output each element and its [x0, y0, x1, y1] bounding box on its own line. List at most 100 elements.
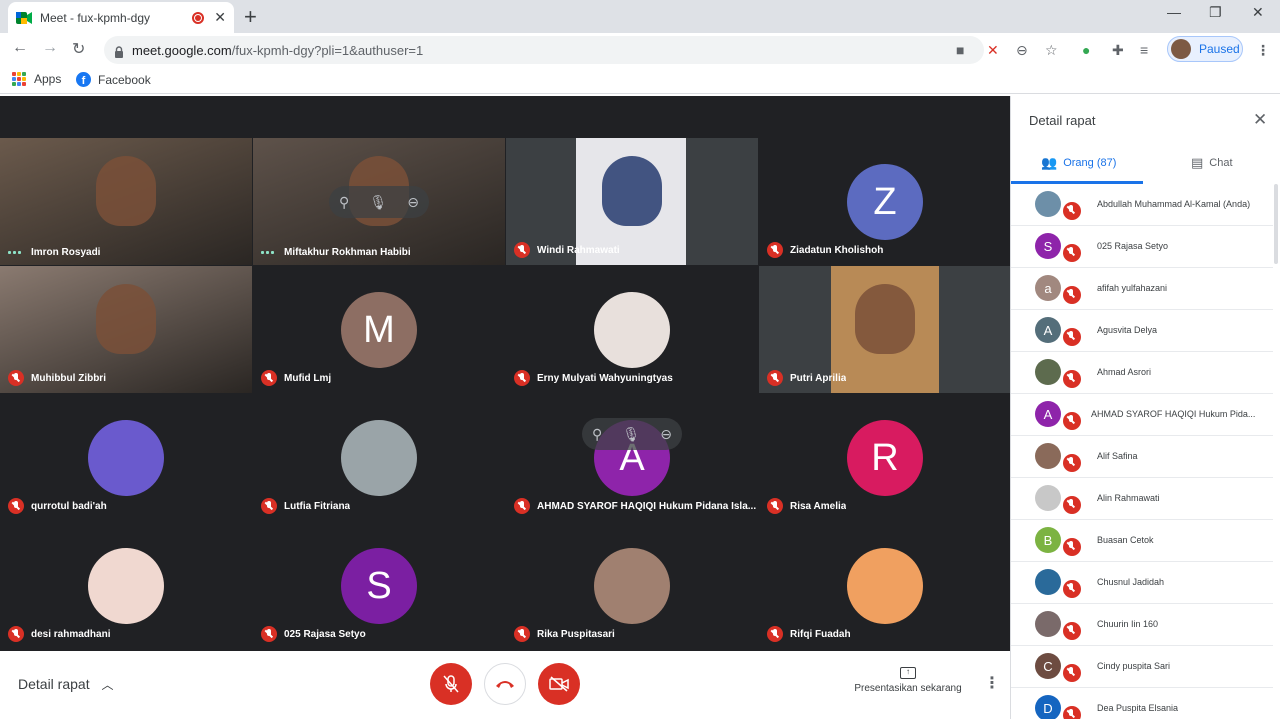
mic-muted-icon: [767, 498, 783, 514]
mic-muted-icon: [767, 626, 783, 642]
mic-muted-icon: [8, 370, 24, 386]
participant-list-item[interactable]: a afifah yulfahazani: [1011, 268, 1273, 310]
pin-icon[interactable]: ⚲: [339, 194, 349, 211]
participant-list-avatar: [1035, 569, 1061, 595]
participant-name-tag: Muhibbul Zibbri: [8, 370, 106, 386]
camera-off-button[interactable]: [538, 663, 580, 705]
participant-list-item[interactable]: S 025 Rajasa Setyo: [1011, 226, 1273, 268]
pin-icon[interactable]: ⚲: [592, 426, 602, 443]
close-tab-icon[interactable]: ✕: [214, 9, 226, 26]
participant-list-item[interactable]: D Dea Puspita Elsania: [1011, 688, 1273, 719]
bookmark-facebook[interactable]: f Facebook: [76, 72, 151, 87]
participant-tile[interactable]: Muhibbul Zibbri: [0, 266, 252, 393]
participant-tile[interactable]: Windi Rahmawati: [506, 138, 758, 265]
participant-avatar: [594, 548, 670, 624]
participant-tile[interactable]: Rifqi Fuadah: [759, 522, 1011, 649]
participant-list-item[interactable]: Chusnul Jadidah: [1011, 562, 1273, 604]
tab-chat-label: Chat: [1209, 157, 1233, 169]
participant-list-item[interactable]: C Cindy puspita Sari: [1011, 646, 1273, 688]
camera-icon[interactable]: ■: [956, 42, 964, 58]
meeting-grid: Imron Rosyadi Miftakhur Rokhman Habibi ⚲ 🎙 ⊖…: [0, 96, 1011, 651]
panel-scrollbar[interactable]: [1274, 184, 1278, 264]
bookmark-apps[interactable]: Apps: [12, 72, 61, 86]
participant-tile[interactable]: desi rahmadhani: [0, 522, 252, 649]
back-arrow-icon[interactable]: ←: [12, 39, 28, 57]
close-window-icon[interactable]: ✕: [1252, 4, 1264, 21]
mic-muted-icon: [1063, 538, 1081, 556]
mic-icon[interactable]: 🎙: [369, 194, 387, 211]
zoom-icon[interactable]: ⊖: [1016, 42, 1028, 59]
mute-mic-button[interactable]: [430, 663, 472, 705]
mic-muted-icon: [261, 370, 277, 386]
tile-hover-controls[interactable]: ⚲ 🎙 ⊖: [582, 418, 682, 450]
participant-list-name: Buasan Cetok: [1097, 535, 1154, 545]
bookmark-star-icon[interactable]: ☆: [1045, 42, 1058, 59]
participant-list-item[interactable]: Abdullah Muhammad Al-Kamal (Anda): [1011, 184, 1273, 226]
participant-list-item[interactable]: Ahmad Asrori: [1011, 352, 1273, 394]
profile-button[interactable]: Paused: [1167, 36, 1243, 62]
mic-icon[interactable]: 🎙: [622, 426, 640, 443]
participant-avatar: [847, 548, 923, 624]
apps-grid-icon: [12, 72, 26, 86]
meeting-details-toggle[interactable]: Detail rapat ︿: [18, 676, 114, 693]
url-path: /fux-kpmh-dgy?pli=1&authuser=1: [231, 42, 424, 58]
stage-header: [0, 96, 1010, 138]
leave-call-button[interactable]: [484, 663, 526, 705]
participant-tile[interactable]: Erny Mulyati Wahyuningtyas: [506, 266, 758, 393]
participant-tile[interactable]: Putri Aprilia: [759, 266, 1011, 393]
new-tab-icon[interactable]: +: [244, 4, 257, 30]
participant-list-item[interactable]: Alin Rahmawati: [1011, 478, 1273, 520]
participant-name-tag: Imron Rosyadi: [8, 247, 100, 258]
participant-tile[interactable]: Rika Puspitasari: [506, 522, 758, 649]
present-screen-icon: ↑: [900, 667, 916, 679]
remove-icon[interactable]: ⊖: [660, 426, 672, 443]
mic-muted-icon: [1063, 370, 1081, 388]
bookmarks-bar: Apps f Facebook: [0, 66, 1280, 94]
participant-list-avatar: [1035, 191, 1061, 217]
participant-tile[interactable]: A AHMAD SYAROF HAQIQI Hukum Pidana Isla..…: [506, 394, 758, 521]
participant-list-item[interactable]: B Buasan Cetok: [1011, 520, 1273, 562]
participant-figure: [96, 156, 156, 226]
browser-tab-strip: Meet - fux-kpmh-dgy ✕ + — ❐ ✕: [0, 0, 1280, 33]
browser-tab[interactable]: Meet - fux-kpmh-dgy ✕: [8, 2, 234, 33]
participant-list-item[interactable]: A Agusvita Delya: [1011, 310, 1273, 352]
extensions-puzzle-icon[interactable]: ✚: [1112, 42, 1124, 59]
reload-icon[interactable]: ↻: [72, 39, 85, 59]
close-panel-icon[interactable]: ✕: [1253, 110, 1267, 130]
mic-muted-icon: [1063, 244, 1081, 262]
more-options-icon[interactable]: ⋮: [984, 673, 1000, 693]
participant-tile[interactable]: Z Ziadatun Kholishoh: [759, 138, 1011, 265]
participant-name: Muhibbul Zibbri: [31, 372, 106, 384]
tab-people[interactable]: 👥 Orang (87): [1041, 155, 1116, 171]
participant-tile[interactable]: Lutfia Fitriana: [253, 394, 505, 521]
tab-chat[interactable]: ▤ Chat: [1191, 155, 1233, 171]
participant-name-tag: Risa Amelia: [767, 498, 846, 514]
remove-icon[interactable]: ⊖: [407, 194, 419, 211]
participant-name: Windi Rahmawati: [537, 244, 620, 256]
participant-tile[interactable]: Imron Rosyadi: [0, 138, 252, 265]
restore-icon[interactable]: ❐: [1209, 4, 1222, 21]
extension-globe-icon[interactable]: ●: [1082, 42, 1090, 58]
mic-muted-icon: [1063, 202, 1081, 220]
participant-list-item[interactable]: Chuurin Iin 160: [1011, 604, 1273, 646]
tile-hover-controls[interactable]: ⚲ 🎙 ⊖: [329, 186, 429, 218]
participant-list-item[interactable]: A AHMAD SYAROF HAQIQI Hukum Pida...: [1011, 394, 1273, 436]
forward-arrow-icon[interactable]: →: [42, 39, 58, 57]
present-now-button[interactable]: ↑ Presentasikan sekarang: [850, 667, 966, 694]
people-icon: 👥: [1041, 155, 1058, 170]
participant-name: Lutfia Fitriana: [284, 500, 351, 512]
participant-list-name: Alif Safina: [1097, 451, 1138, 461]
mic-blocked-icon[interactable]: ✕: [987, 42, 999, 59]
participant-tile[interactable]: Miftakhur Rokhman Habibi ⚲ 🎙 ⊖: [253, 138, 505, 265]
participant-tile[interactable]: M Mufid Lmj: [253, 266, 505, 393]
participant-name: desi rahmadhani: [31, 628, 111, 640]
address-bar[interactable]: meet.google.com/fux-kpmh-dgy?pli=1&authu…: [104, 36, 984, 64]
participant-tile[interactable]: qurrotul badi'ah: [0, 394, 252, 521]
minimize-icon[interactable]: —: [1167, 4, 1181, 20]
browser-menu-icon[interactable]: ⋮: [1256, 42, 1270, 59]
participant-tile[interactable]: R Risa Amelia: [759, 394, 1011, 521]
speaking-indicator-icon: [8, 251, 22, 254]
participant-tile[interactable]: S 025 Rajasa Setyo: [253, 522, 505, 649]
media-queue-icon[interactable]: ≡: [1140, 42, 1148, 58]
participant-list-item[interactable]: Alif Safina: [1011, 436, 1273, 478]
